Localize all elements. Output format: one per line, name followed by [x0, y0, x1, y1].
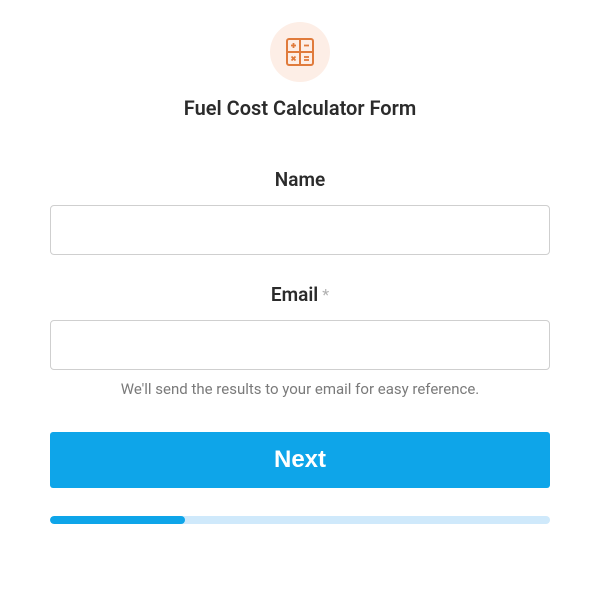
required-mark: *	[322, 285, 329, 304]
name-label: Name	[275, 168, 325, 191]
progress-fill	[50, 516, 185, 524]
calculator-icon	[285, 37, 315, 67]
email-label: Email *	[271, 283, 329, 306]
form-container: Fuel Cost Calculator Form Name Email * W…	[50, 22, 550, 600]
email-label-text: Email	[271, 283, 318, 306]
form-title: Fuel Cost Calculator Form	[184, 96, 416, 120]
name-field-group: Name	[50, 168, 550, 255]
name-label-text: Name	[275, 168, 325, 191]
email-input[interactable]	[50, 320, 550, 370]
calculator-icon-circle	[270, 22, 330, 82]
email-helper-text: We'll send the results to your email for…	[121, 380, 480, 398]
progress-bar	[50, 516, 550, 524]
name-input[interactable]	[50, 205, 550, 255]
email-field-group: Email * We'll send the results to your e…	[50, 283, 550, 398]
next-button[interactable]: Next	[50, 432, 550, 488]
